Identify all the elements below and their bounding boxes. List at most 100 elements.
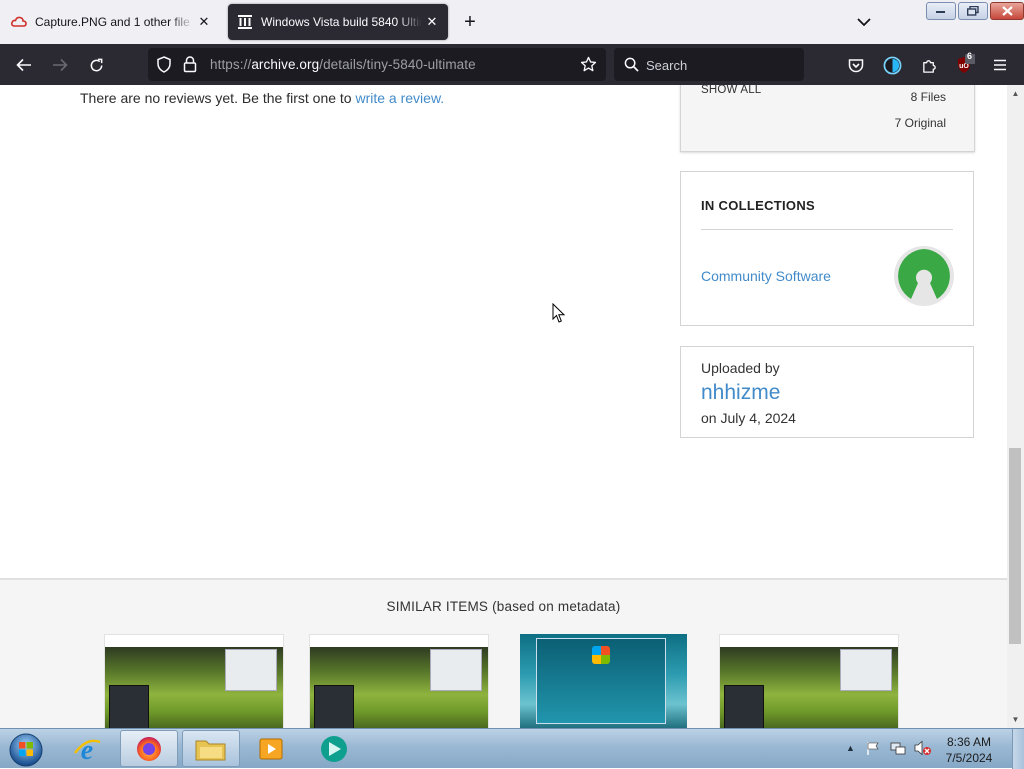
collections-heading: IN COLLECTIONS	[701, 198, 815, 213]
tab-strip: Capture.PNG and 1 other file | Fi ✕ Wind…	[0, 0, 1024, 44]
folder-icon	[195, 740, 226, 760]
write-review-link[interactable]: write a review.	[355, 90, 444, 106]
restore-button[interactable]	[958, 2, 988, 20]
vertical-scrollbar[interactable]: ▲ ▼	[1007, 85, 1024, 728]
collection-link-community-software[interactable]: Community Software	[701, 268, 831, 284]
system-clock[interactable]: 8:36 AM 7/5/2024	[926, 734, 1012, 766]
forward-button[interactable]	[47, 52, 73, 78]
scroll-up-arrow-icon[interactable]: ▲	[1007, 85, 1024, 102]
similar-item-thumbnail[interactable]	[104, 634, 284, 728]
address-bar[interactable]: https://archive.org/details/tiny-5840-ul…	[148, 48, 606, 81]
grass-desktop-screenshot	[310, 647, 488, 728]
taskbar-internet-explorer[interactable]: e	[58, 730, 116, 767]
url-path: /details/tiny-5840-ultimate	[319, 57, 476, 72]
divider	[701, 229, 953, 230]
similar-items-section: SIMILAR ITEMS (based on metadata)	[0, 578, 1007, 728]
collections-card: IN COLLECTIONS Community Software	[680, 171, 974, 326]
scroll-down-arrow-icon[interactable]: ▼	[1007, 711, 1024, 728]
pocket-icon	[848, 58, 864, 72]
taskbar-file-explorer[interactable]	[182, 730, 240, 767]
show-desktop-button[interactable]	[1012, 729, 1024, 769]
internet-explorer-icon: e	[74, 735, 101, 765]
svg-text:uO: uO	[959, 63, 969, 70]
firefox-icon	[137, 736, 161, 761]
minimize-icon	[936, 11, 945, 13]
show-hidden-icons-icon[interactable]: ▲	[846, 743, 855, 753]
similar-items-heading: SIMILAR ITEMS (based on metadata)	[386, 599, 621, 614]
grass-desktop-screenshot	[105, 647, 283, 728]
uploader-card: Uploaded by nhhizme on July 4, 2024	[680, 346, 974, 438]
list-all-tabs-button[interactable]	[852, 12, 876, 32]
firefox-account-button[interactable]	[879, 52, 905, 78]
search-placeholder: Search	[646, 58, 688, 73]
close-window-button[interactable]	[990, 2, 1024, 20]
action-center-flag-icon[interactable]	[866, 741, 880, 761]
ublock-origin-button[interactable]: uO 6	[951, 51, 977, 78]
start-button[interactable]	[6, 731, 46, 769]
tab-label: Windows Vista build 5840 Ultimate	[261, 15, 422, 29]
close-icon	[1001, 6, 1013, 16]
extensions-button[interactable]	[916, 52, 942, 78]
forward-arrow-icon	[53, 58, 68, 72]
chevron-down-icon	[857, 18, 871, 26]
files-count[interactable]: 8 Files	[911, 90, 946, 104]
uploaded-by-label: Uploaded by	[701, 360, 780, 376]
tracking-shield-icon[interactable]	[156, 56, 172, 78]
taskbar-app[interactable]	[305, 730, 363, 767]
reload-icon	[90, 58, 102, 71]
grass-desktop-screenshot	[720, 647, 898, 728]
similar-item-thumbnail[interactable]	[309, 634, 489, 728]
lock-icon[interactable]	[183, 56, 197, 78]
network-icon[interactable]	[890, 741, 906, 761]
upload-date: on July 4, 2024	[701, 410, 796, 426]
navigation-toolbar: https://archive.org/details/tiny-5840-ul…	[0, 44, 1024, 85]
show-all-link[interactable]: SHOW ALL	[701, 85, 761, 96]
puzzle-piece-icon	[922, 59, 936, 73]
archive-org-icon	[237, 14, 253, 30]
windows-taskbar: e ▲ 8:36 AM 7/5/2024	[0, 728, 1024, 769]
bookmark-star-icon[interactable]	[580, 56, 597, 78]
tab-capture[interactable]: Capture.PNG and 1 other file | Fi ✕	[2, 4, 220, 40]
teal-app-icon	[321, 735, 347, 762]
minimize-button[interactable]	[926, 2, 956, 20]
red-cloud-icon	[11, 14, 27, 30]
open-source-logo-icon[interactable]	[893, 245, 955, 307]
clock-date: 7/5/2024	[945, 751, 993, 765]
url-host: archive.org	[251, 57, 320, 72]
back-button[interactable]	[11, 52, 37, 78]
new-tab-button[interactable]: +	[458, 10, 482, 34]
back-arrow-icon	[16, 58, 31, 72]
close-tab-icon[interactable]: ✕	[422, 12, 442, 32]
original-files-count[interactable]: 7 Original	[895, 116, 946, 130]
extension-badge-count: 6	[966, 51, 972, 61]
window-controls	[924, 2, 1024, 20]
pocket-button[interactable]	[843, 52, 869, 78]
taskbar-media-player[interactable]	[242, 730, 300, 767]
taskbar-firefox[interactable]	[120, 730, 178, 767]
tab-label: Capture.PNG and 1 other file | Fi	[35, 15, 194, 29]
uploader-username-link[interactable]: nhhizme	[701, 381, 780, 405]
search-field[interactable]: Search	[614, 48, 804, 81]
application-menu-button[interactable]	[987, 52, 1013, 78]
close-tab-icon[interactable]: ✕	[194, 12, 214, 32]
download-options-card: SHOW ALL 8 Files 7 Original	[680, 85, 975, 152]
url-text[interactable]: https://archive.org/details/tiny-5840-ul…	[210, 57, 476, 72]
scrollbar-thumb[interactable]	[1009, 448, 1021, 644]
windows-start-orb-icon	[9, 733, 43, 767]
hamburger-menu-icon	[994, 59, 1006, 71]
similar-item-thumbnail[interactable]	[719, 634, 899, 728]
tab-vista-build[interactable]: Windows Vista build 5840 Ultimate ✕	[228, 4, 448, 40]
vista-setup-screenshot	[520, 634, 687, 728]
reload-button[interactable]	[83, 52, 109, 78]
page-content: There are no reviews yet. Be the first o…	[0, 85, 1007, 728]
similar-item-thumbnail[interactable]	[520, 634, 687, 728]
search-icon	[624, 57, 639, 77]
restore-icon	[967, 6, 979, 16]
reviews-section: There are no reviews yet. Be the first o…	[80, 90, 444, 106]
no-reviews-text: There are no reviews yet. Be the first o…	[80, 90, 356, 106]
svg-text:e: e	[81, 735, 93, 765]
url-prefix: https://	[210, 57, 252, 72]
mouse-pointer-icon	[552, 302, 566, 329]
clock-time: 8:36 AM	[946, 735, 992, 749]
media-player-icon	[259, 738, 283, 759]
